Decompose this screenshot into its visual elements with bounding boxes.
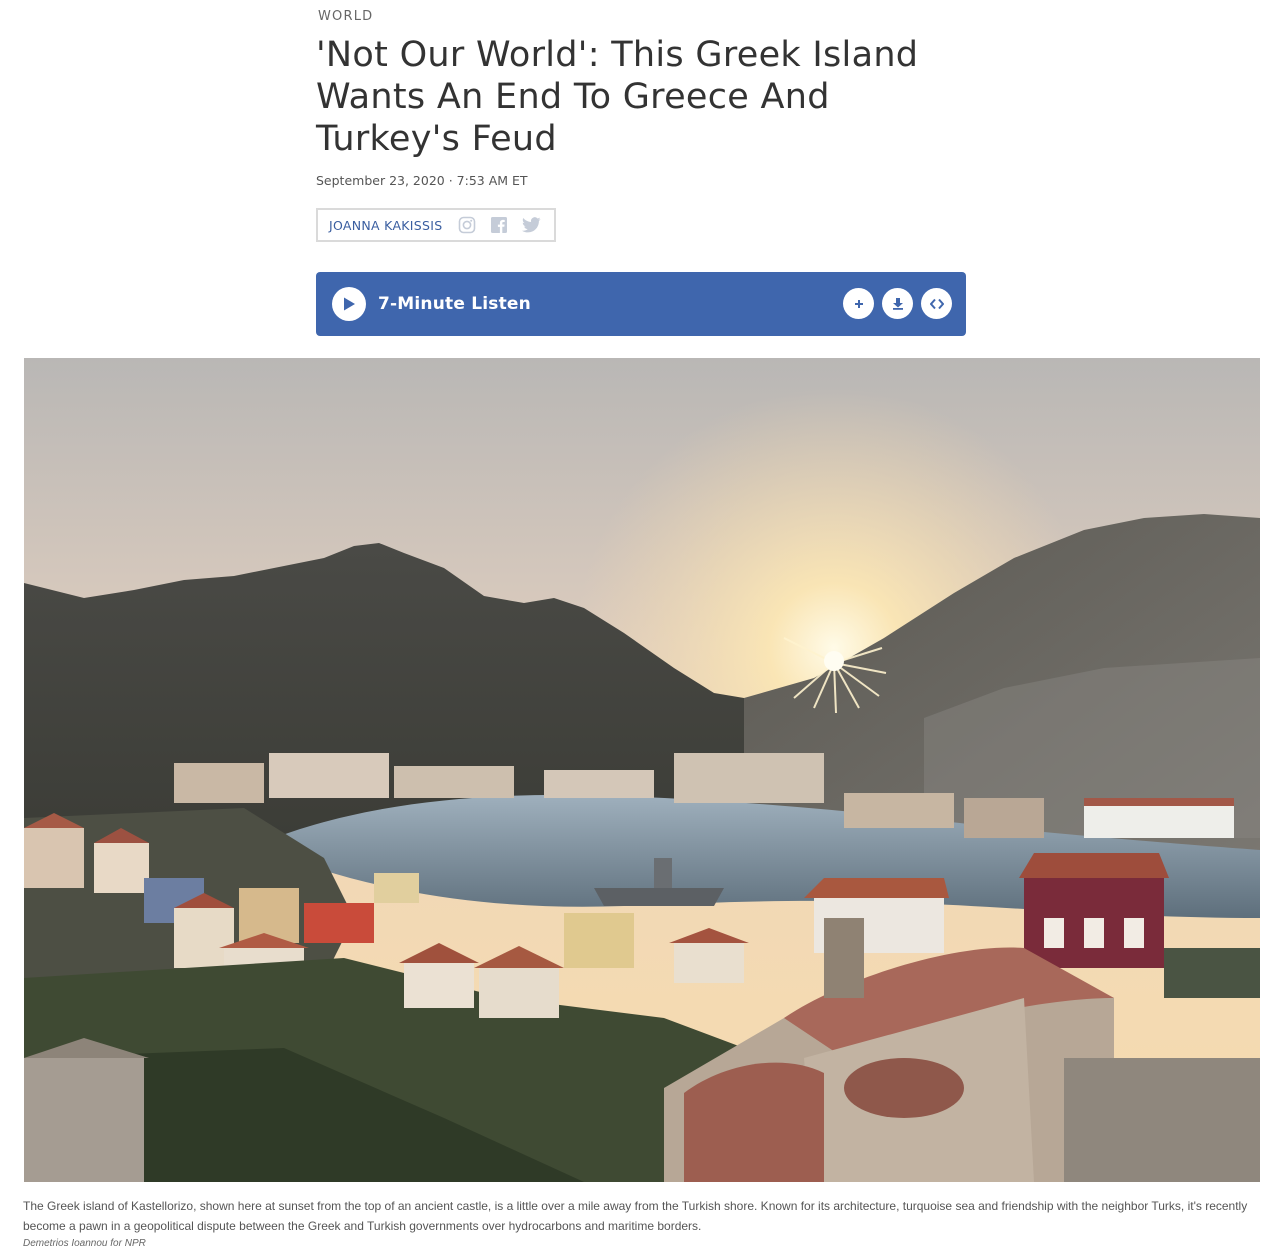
byline-box: JOANNA KAKISSIS xyxy=(316,208,556,242)
add-icon xyxy=(854,299,863,308)
play-icon xyxy=(344,297,355,311)
add-to-playlist-button[interactable] xyxy=(843,288,874,319)
article-dateline: September 23, 2020 · 7:53 AM ET xyxy=(316,173,528,188)
facebook-icon[interactable] xyxy=(488,214,510,236)
audio-player: 7-Minute Listen xyxy=(316,272,966,336)
photo-credit: Demetrios Ioannou for NPR xyxy=(23,1238,146,1249)
twitter-icon[interactable] xyxy=(520,214,542,236)
embed-button[interactable] xyxy=(921,288,952,319)
photo-caption: The Greek island of Kastellorizo, shown … xyxy=(23,1199,1248,1233)
section-label[interactable]: WORLD xyxy=(318,9,373,24)
download-icon xyxy=(892,298,903,310)
instagram-icon[interactable] xyxy=(456,214,478,236)
audio-duration-label: 7-Minute Listen xyxy=(378,294,531,314)
article-headline: 'Not Our World': This Greek Island Wants… xyxy=(316,35,919,159)
embed-icon xyxy=(929,298,944,309)
play-button[interactable] xyxy=(332,287,366,321)
author-link[interactable]: JOANNA KAKISSIS xyxy=(329,218,442,233)
download-button[interactable] xyxy=(882,288,913,319)
article-photo xyxy=(24,358,1260,1182)
